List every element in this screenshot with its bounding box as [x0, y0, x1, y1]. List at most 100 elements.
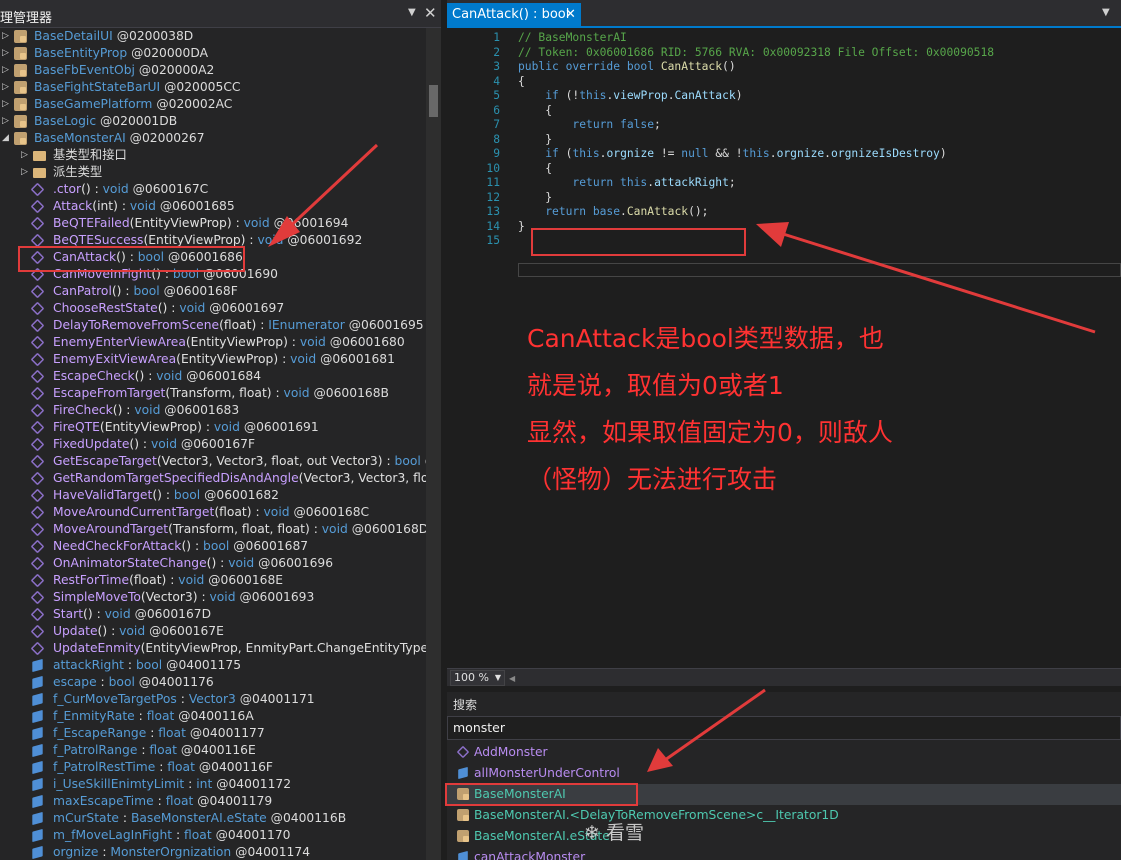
code-token: CanAttack — [674, 89, 736, 102]
explorer-title-bar: 理管理器 ▼ ✕ — [0, 0, 441, 28]
method-icon — [30, 539, 45, 554]
expand-arrow-icon[interactable]: ▷ — [2, 113, 12, 130]
watermark: ❄ 看雪 — [584, 818, 644, 845]
code-line: return base.CanAttack(); — [518, 205, 708, 220]
search-result-item[interactable]: allMonsterUnderControl — [447, 763, 1121, 784]
code-token: { — [518, 74, 525, 88]
code-token: this — [742, 147, 770, 160]
item-name: BaseFbEventObj — [34, 63, 135, 77]
search-result-item[interactable]: canAttackMonster — [447, 847, 1121, 860]
code-token: // Token: 0x06001686 RID: 5766 RVA: 0x00… — [518, 45, 995, 59]
item-token: @06001696 — [254, 556, 334, 570]
item-separator: : — [172, 828, 185, 842]
collapse-arrow-icon[interactable]: ◢ — [2, 130, 12, 147]
item-separator: : — [118, 811, 131, 825]
code-token: (! — [558, 89, 580, 102]
current-line-marker — [518, 263, 1121, 277]
expand-arrow-icon[interactable]: ▷ — [2, 96, 12, 113]
code-token: null — [681, 147, 709, 160]
field-icon — [32, 794, 43, 809]
item-token: @02000267 — [125, 131, 205, 145]
item-token: @04001170 — [211, 828, 291, 842]
item-token: @06001680 — [325, 335, 405, 349]
item-name: BaseMonsterAI — [34, 131, 126, 145]
assembly-explorer-panel: 理管理器 ▼ ✕ ▷ BaseDetailUI @0200038D ▷ BaseEnt… — [0, 0, 441, 860]
item-return-type: bool — [108, 675, 135, 689]
line-number: 13 — [486, 205, 500, 218]
method-icon — [30, 454, 45, 469]
item-return-type: void — [257, 233, 284, 247]
close-icon[interactable]: ✕ — [565, 3, 576, 27]
search-result-item[interactable]: AddMonster — [447, 742, 1121, 763]
expand-arrow-icon[interactable]: ▷ — [2, 79, 12, 96]
method-icon — [30, 369, 45, 384]
tree-item-label: EnemyExitViewArea(EntityViewProp) : void… — [53, 351, 395, 368]
tree-item-label: SimpleMoveTo(Vector3) : void @06001693 — [53, 589, 314, 606]
item-return-type: MonsterOrgnization — [110, 845, 232, 859]
code-line: } — [518, 133, 552, 148]
item-return-type: void — [102, 182, 129, 196]
highlight-box-return — [531, 228, 746, 256]
expand-arrow-icon[interactable]: ▷ — [21, 147, 31, 164]
tree-item-label: BaseDetailUI @0200038D — [34, 28, 193, 45]
item-token: @04001171 — [235, 692, 315, 706]
code-token: public override bool — [518, 60, 661, 73]
class-icon — [14, 81, 27, 94]
item-return-type: void — [209, 590, 236, 604]
scrollbar-thumb[interactable] — [429, 85, 438, 117]
item-separator: : — [153, 794, 166, 808]
explorer-scrollbar[interactable] — [426, 28, 441, 860]
chevron-down-icon[interactable]: ▼ — [1102, 7, 1110, 18]
search-result-label: canAttackMonster — [474, 850, 586, 860]
expand-arrow-icon[interactable]: ▷ — [2, 45, 12, 62]
tree-item-label: escape : bool @04001176 — [53, 674, 214, 691]
item-return-type: bool — [133, 284, 160, 298]
search-result-label: BaseMonsterAI.<DelayToRemoveFromScene>c_… — [474, 808, 839, 822]
chevron-down-icon[interactable]: ▼ — [408, 7, 416, 18]
code-token: viewProp — [613, 89, 668, 102]
item-separator: : — [251, 505, 264, 519]
item-token: @020000DA — [127, 46, 208, 60]
tree-item-label: UpdateEnmity(EntityViewProp, EnmityPart.… — [53, 640, 426, 657]
method-icon — [30, 573, 45, 588]
close-icon[interactable]: ✕ — [424, 4, 437, 22]
tree-item-label: CanPatrol() : bool @0600168F — [53, 283, 238, 300]
item-signature: () — [112, 403, 123, 417]
item-separator: : — [92, 607, 105, 621]
item-separator: : — [245, 233, 258, 247]
expand-arrow-icon[interactable]: ▷ — [2, 28, 12, 45]
search-input[interactable]: monster — [447, 716, 1121, 740]
code-token: . — [824, 147, 831, 160]
zoom-select[interactable]: 100 % ▼ — [450, 670, 505, 686]
item-token: @06001685 — [155, 199, 235, 213]
item-separator: : — [176, 692, 189, 706]
item-token: @06001692 — [283, 233, 363, 247]
item-separator: : — [139, 437, 151, 451]
code-token: (); — [688, 205, 709, 218]
item-separator: : — [155, 760, 168, 774]
class-icon — [14, 98, 27, 111]
tree-item-label: 基类型和接口 — [53, 147, 127, 164]
code-token: } — [518, 190, 553, 204]
item-signature: () — [152, 488, 162, 502]
scroll-left-icon[interactable]: ◀ — [509, 674, 515, 683]
watermark-text: 看雪 — [605, 822, 644, 844]
expand-arrow-icon[interactable]: ▷ — [2, 62, 12, 79]
expand-arrow-icon[interactable]: ▷ — [21, 164, 31, 181]
annotation-line: （怪物）无法进行攻击 — [527, 465, 778, 494]
search-result-item[interactable]: BaseMonsterAI.<DelayToRemoveFromScene>c_… — [447, 805, 1121, 826]
item-name: m_fMoveLagInFight — [53, 828, 173, 842]
class-icon — [14, 132, 27, 145]
search-result-item[interactable]: BaseMonsterAI.eState — [447, 826, 1121, 847]
code-line: return false; — [518, 118, 660, 133]
tree-item-label: EnemyEnterViewArea(EntityViewProp) : voi… — [53, 334, 405, 351]
item-return-type: void — [263, 505, 290, 519]
code-line: } — [518, 220, 525, 235]
item-separator: : — [123, 658, 136, 672]
item-signature: (EntityViewProp) — [129, 216, 232, 230]
tab-canattack[interactable]: CanAttack() : bool ✕ — [447, 3, 581, 28]
item-name: GetRandomTargetSpecifiedDisAndAngle — [53, 471, 299, 485]
item-name: FixedUpdate — [53, 437, 130, 451]
